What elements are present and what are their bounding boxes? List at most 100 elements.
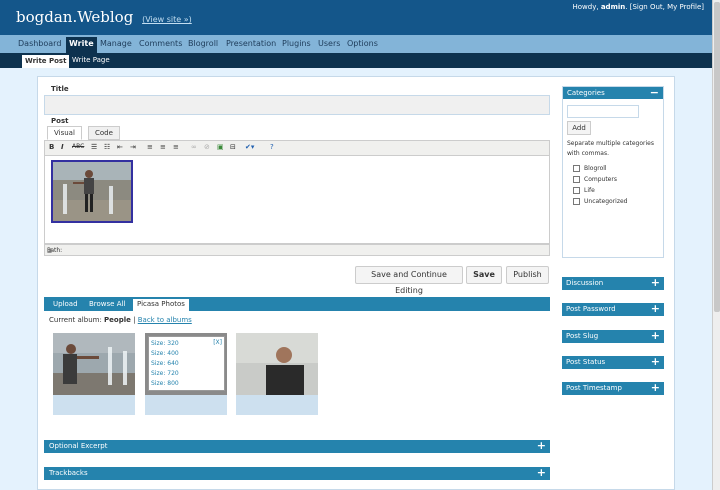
tab-visual[interactable]: Visual <box>47 126 82 140</box>
post-timestamp-box[interactable]: Post Timestamp + <box>562 381 664 395</box>
discussion-label: Discussion <box>566 279 604 287</box>
bold-icon[interactable]: B <box>49 143 54 151</box>
category-item[interactable]: Life <box>573 187 595 194</box>
optional-excerpt-bar[interactable]: Optional Excerpt + <box>44 439 550 453</box>
size-option[interactable]: Size: 400 <box>151 350 179 357</box>
tab-upload[interactable]: Upload <box>53 300 78 308</box>
my-profile-link[interactable]: My Profile] <box>667 3 704 11</box>
menu-users[interactable]: Users <box>318 39 340 48</box>
title-input[interactable] <box>44 95 550 115</box>
view-site-link[interactable]: (View site ») <box>142 15 192 24</box>
trackbacks-label: Trackbacks <box>49 469 88 477</box>
checkbox[interactable] <box>573 198 580 205</box>
vertical-scrollbar[interactable] <box>712 0 720 490</box>
post-slug-box[interactable]: Post Slug + <box>562 329 664 343</box>
indent-icon[interactable]: ⇥ <box>130 143 136 151</box>
numbered-list-icon[interactable]: ☷ <box>104 143 110 151</box>
categories-header[interactable]: Categories − <box>563 86 663 99</box>
save-button[interactable]: Save <box>466 266 502 284</box>
post-label: Post <box>51 117 69 125</box>
strikethrough-icon[interactable]: ABC <box>72 143 84 150</box>
category-item[interactable]: Uncategorized <box>573 198 627 205</box>
align-center-icon[interactable]: ≡ <box>160 143 166 151</box>
menu-plugins[interactable]: Plugins <box>282 39 311 48</box>
inserted-photo[interactable] <box>51 160 133 223</box>
category-label: Computers <box>584 176 617 183</box>
photo-thumbnail[interactable] <box>53 333 135 415</box>
menu-manage[interactable]: Manage <box>100 39 132 48</box>
tab-browse-all[interactable]: Browse All <box>89 300 125 308</box>
bullet-list-icon[interactable]: ☰ <box>91 143 97 151</box>
categories-title: Categories <box>567 89 605 97</box>
more-icon[interactable]: ⊟ <box>230 143 236 151</box>
categories-hint: Separate multiple categories with commas… <box>567 140 654 157</box>
main-menu: Dashboard Write Manage Comments Blogroll… <box>0 35 712 53</box>
menu-comments[interactable]: Comments <box>139 39 182 48</box>
resize-grip-icon[interactable]: ◢ <box>47 247 547 254</box>
post-status-box[interactable]: Post Status + <box>562 355 664 369</box>
checkbox[interactable] <box>573 176 580 183</box>
expand-icon[interactable]: + <box>537 466 546 479</box>
align-left-icon[interactable]: ≡ <box>147 143 153 151</box>
menu-presentation[interactable]: Presentation <box>226 39 276 48</box>
photo-thumbnail[interactable] <box>236 333 318 415</box>
size-option[interactable]: Size: 640 <box>151 360 179 367</box>
category-item[interactable]: Computers <box>573 176 617 183</box>
size-option[interactable]: Size: 320 <box>151 340 179 347</box>
size-option[interactable]: Size: 800 <box>151 380 179 387</box>
size-popup: [X] Size: 320 Size: 400 Size: 640 Size: … <box>148 336 225 391</box>
editor-toolbar: B I ABC ☰ ☷ ⇤ ⇥ ≡ ≡ ≡ ∞ ⊘ ▣ ⊟ ✔▾ ? <box>44 140 550 156</box>
collapse-icon[interactable]: − <box>650 86 659 99</box>
album-line: Current album: People | Back to albums <box>49 316 192 324</box>
category-label: Uncategorized <box>584 198 628 205</box>
scrollbar-thumb[interactable] <box>714 2 720 312</box>
submenu-write-page[interactable]: Write Page <box>72 56 110 64</box>
menu-options[interactable]: Options <box>347 39 378 48</box>
category-label: Life <box>584 187 595 194</box>
unlink-icon[interactable]: ⊘ <box>204 143 210 151</box>
expand-icon[interactable]: + <box>651 355 660 368</box>
expand-icon[interactable]: + <box>651 381 660 394</box>
checkbox[interactable] <box>573 187 580 194</box>
checkbox[interactable] <box>573 165 580 172</box>
post-password-box[interactable]: Post Password + <box>562 302 664 316</box>
post-password-label: Post Password <box>566 305 616 313</box>
menu-write[interactable]: Write <box>66 37 97 53</box>
post-timestamp-label: Post Timestamp <box>566 384 622 392</box>
discussion-box[interactable]: Discussion + <box>562 276 664 290</box>
category-item[interactable]: Blogroll <box>573 165 607 172</box>
expand-icon[interactable]: + <box>651 329 660 342</box>
expand-icon[interactable]: + <box>651 276 660 289</box>
title-label: Title <box>51 85 69 93</box>
tab-code[interactable]: Code <box>88 126 120 140</box>
align-right-icon[interactable]: ≡ <box>173 143 179 151</box>
user-name-link[interactable]: admin <box>601 3 625 11</box>
back-to-albums-link[interactable]: Back to albums <box>138 316 192 324</box>
close-popup-button[interactable]: [X] <box>213 339 222 346</box>
spellcheck-icon[interactable]: ✔▾ <box>245 143 254 151</box>
outdent-icon[interactable]: ⇤ <box>117 143 123 151</box>
help-icon[interactable]: ? <box>270 143 274 151</box>
trackbacks-bar[interactable]: Trackbacks + <box>44 466 550 480</box>
submenu-write-post[interactable]: Write Post <box>22 55 70 68</box>
tab-picasa-photos[interactable]: Picasa Photos <box>133 299 189 311</box>
photo-man-portrait-icon <box>236 333 318 395</box>
sub-menu: Write Post Write Page <box>0 53 712 68</box>
menu-dashboard[interactable]: Dashboard <box>18 39 61 48</box>
blog-title: bogdan.Weblog (View site ») <box>16 8 192 26</box>
size-option[interactable]: Size: 720 <box>151 370 179 377</box>
post-editor[interactable] <box>44 156 550 244</box>
post-status-label: Post Status <box>566 358 606 366</box>
expand-icon[interactable]: + <box>651 302 660 315</box>
new-category-input[interactable] <box>567 105 639 118</box>
sign-out-link[interactable]: [Sign Out, <box>630 3 665 11</box>
italic-icon[interactable]: I <box>61 143 64 151</box>
image-icon[interactable]: ▣ <box>217 143 224 151</box>
user-links: Howdy, admin. [Sign Out, My Profile] <box>573 3 705 11</box>
add-category-button[interactable]: Add <box>567 121 591 135</box>
menu-blogroll[interactable]: Blogroll <box>188 39 218 48</box>
publish-button[interactable]: Publish <box>506 266 549 284</box>
expand-icon[interactable]: + <box>537 439 546 452</box>
link-icon[interactable]: ∞ <box>191 143 197 151</box>
save-continue-button[interactable]: Save and Continue Editing <box>355 266 463 295</box>
